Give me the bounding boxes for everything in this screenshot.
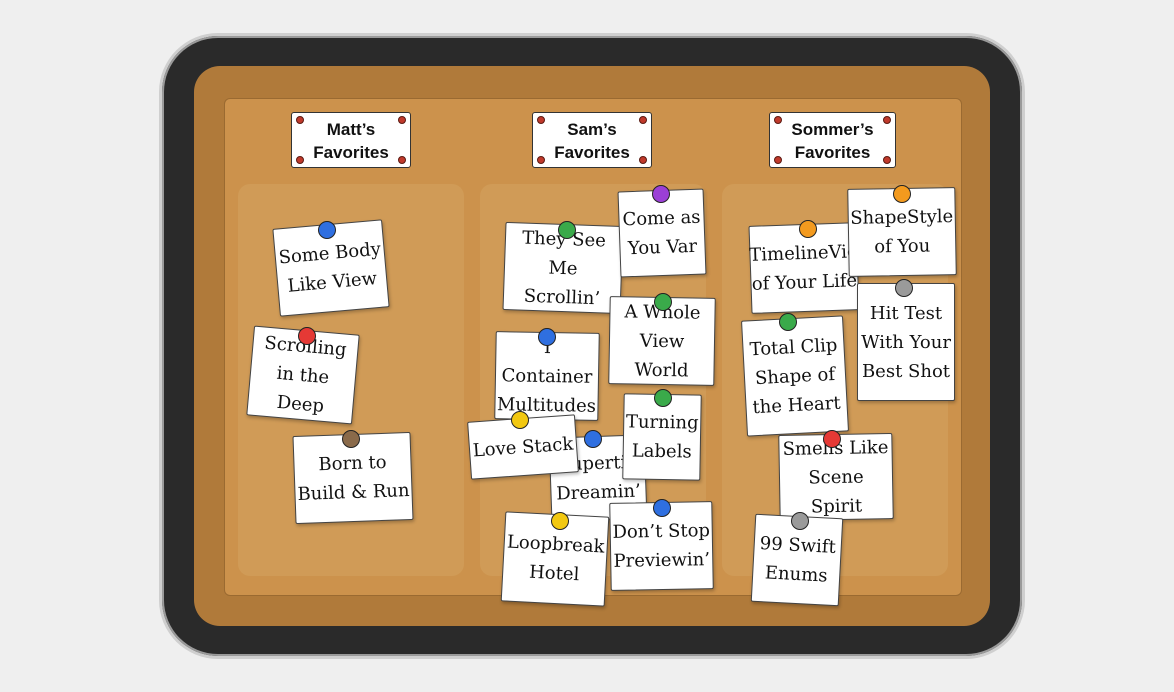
header-title-line2: Favorites	[313, 143, 389, 162]
note-text: Come as You Var	[622, 206, 701, 260]
pushpin-gray	[791, 512, 809, 530]
pushpin-blue	[584, 430, 602, 448]
note-text: ShapeStyle of You	[850, 206, 954, 258]
pushpin-green	[558, 221, 576, 239]
pushpin-yellow	[551, 512, 569, 530]
note-text: Total Clip Shape of the Heart	[749, 334, 842, 418]
header-title-line1: Matt’s	[326, 120, 376, 139]
note-total-clip[interactable]: Total Clip Shape of the Heart	[741, 315, 849, 437]
pushpin-brown	[342, 430, 360, 448]
header-stud	[883, 116, 891, 124]
header-stud	[639, 116, 647, 124]
note-text: Loopbreak Hotel	[506, 531, 606, 586]
pushpin-red	[298, 327, 316, 345]
column-header-sommer: Sommer’s Favorites	[769, 112, 896, 168]
note-text: Some Body Like View	[277, 238, 382, 297]
pushpin-red	[823, 430, 841, 448]
header-stud	[639, 156, 647, 164]
note-text: Love Stack	[472, 433, 574, 461]
pushpin-green	[654, 293, 672, 311]
header-stud	[537, 116, 545, 124]
column-header-sam: Sam’s Favorites	[532, 112, 652, 168]
header-title-line1: Sommer’s	[791, 120, 874, 139]
header-stud	[398, 156, 406, 164]
header-stud	[774, 156, 782, 164]
note-text: Don’t Stop Previewin’	[612, 520, 711, 572]
header-title-line1: Sam’s	[567, 120, 617, 139]
header-stud	[398, 116, 406, 124]
pushpin-purple	[652, 185, 670, 203]
header-stud	[883, 156, 891, 164]
pushpin-green	[779, 313, 797, 331]
note-text: TimelineVie of Your Life	[748, 241, 858, 295]
pushpin-yellow	[511, 411, 529, 429]
column-header-matt: Matt’s Favorites	[291, 112, 411, 168]
note-text: Turning Labels	[625, 411, 699, 463]
pushpin-green	[654, 389, 672, 407]
pushpin-blue	[318, 221, 336, 239]
note-text: Born to Build & Run	[297, 451, 410, 505]
note-hit-test[interactable]: Hit Test With Your Best Shot	[857, 283, 955, 401]
header-stud	[296, 156, 304, 164]
header-stud	[774, 116, 782, 124]
pushpin-orange	[893, 185, 911, 203]
pushpin-blue	[653, 499, 671, 517]
pushpin-gray	[895, 279, 913, 297]
header-stud	[537, 156, 545, 164]
header-title-line2: Favorites	[554, 143, 630, 162]
note-text: Hit Test With Your Best Shot	[861, 302, 951, 382]
pushpin-orange	[799, 220, 817, 238]
header-stud	[296, 116, 304, 124]
header-title-line2: Favorites	[794, 143, 871, 162]
pushpin-blue	[538, 328, 556, 346]
note-text: 99 Swift Enums	[759, 533, 837, 587]
